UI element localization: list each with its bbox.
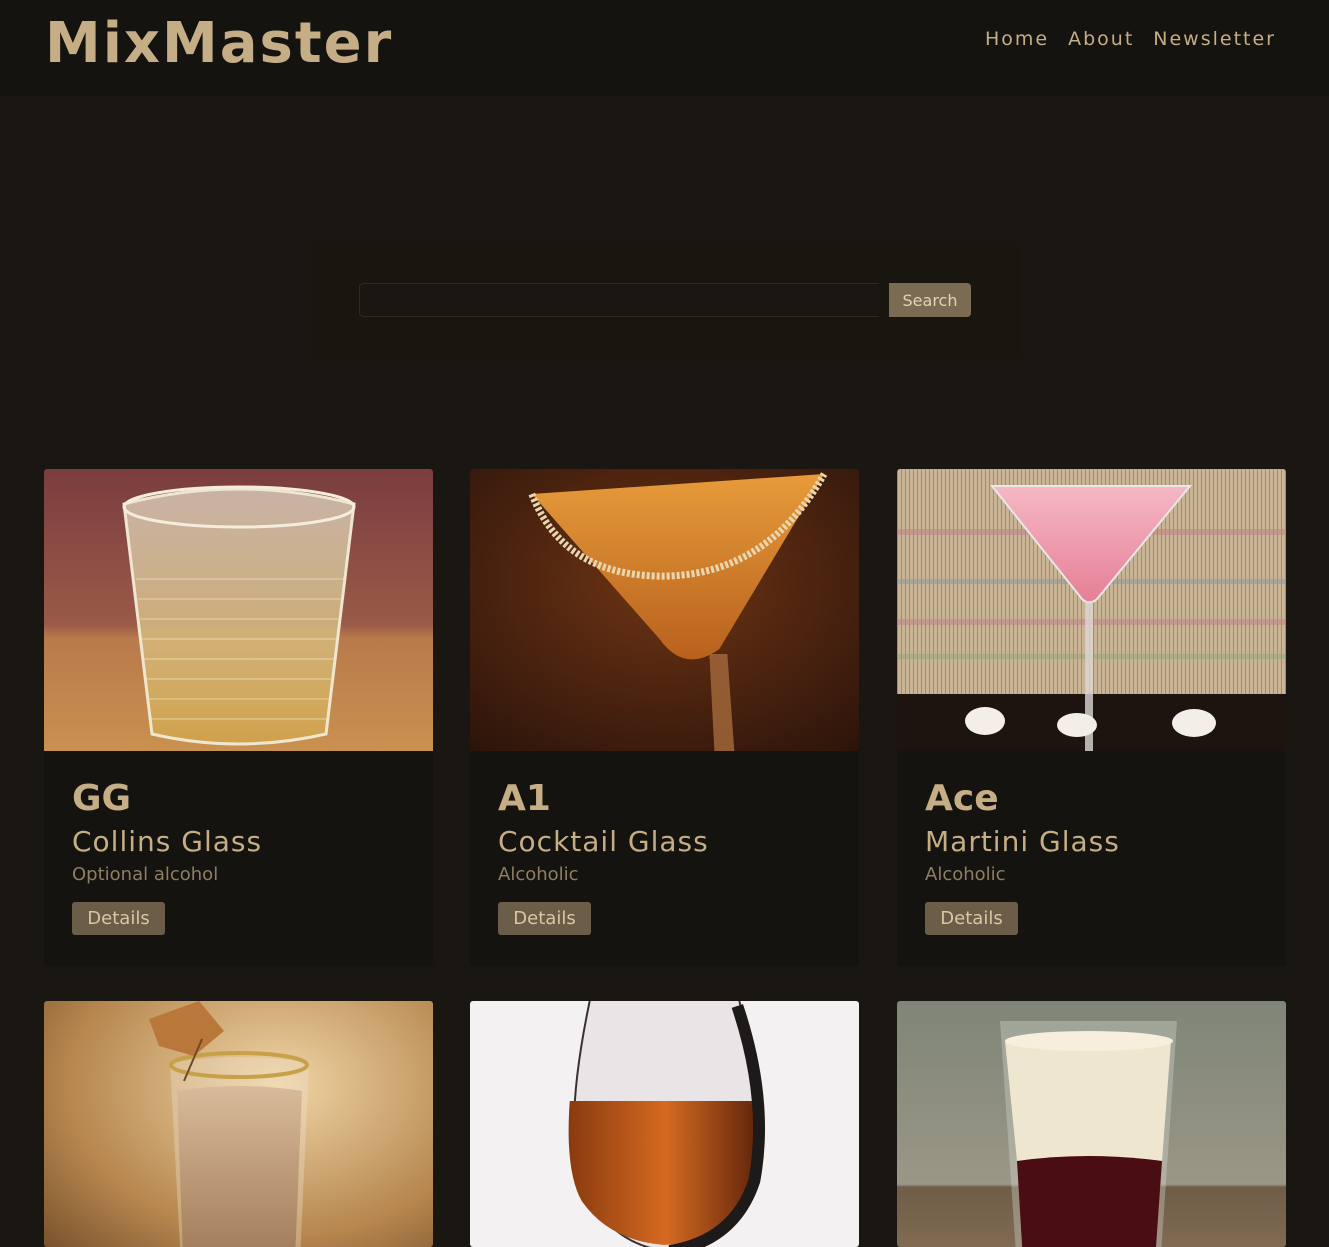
nav-links: Home About Newsletter bbox=[985, 28, 1276, 50]
brand-logo[interactable]: MixMaster bbox=[45, 8, 393, 80]
cocktail-card: A1 Cocktail Glass Alcoholic Details bbox=[470, 469, 859, 966]
cocktail-card: Ace Martini Glass Alcoholic Details bbox=[897, 469, 1286, 966]
cocktail-card bbox=[44, 1001, 433, 1247]
glass-type: Martini Glass bbox=[925, 825, 1120, 858]
cocktail-image[interactable] bbox=[470, 1001, 859, 1247]
cocktail-name: GG bbox=[72, 778, 132, 819]
search-button[interactable]: Search bbox=[889, 283, 971, 317]
nav-about-link[interactable]: About bbox=[1068, 28, 1134, 50]
glass-type: Cocktail Glass bbox=[498, 825, 709, 858]
details-button[interactable]: Details bbox=[72, 902, 165, 935]
cocktail-image[interactable] bbox=[470, 469, 859, 751]
cocktail-image[interactable] bbox=[897, 469, 1286, 751]
search-input[interactable] bbox=[359, 283, 879, 317]
navbar: MixMaster Home About Newsletter bbox=[0, 0, 1329, 96]
glass-type: Collins Glass bbox=[72, 825, 263, 858]
search-panel: Search bbox=[312, 246, 1020, 358]
cocktail-card bbox=[897, 1001, 1286, 1247]
cocktail-card: GG Collins Glass Optional alcohol Detail… bbox=[44, 469, 433, 966]
cocktail-card bbox=[470, 1001, 859, 1247]
cocktail-image[interactable] bbox=[897, 1001, 1286, 1247]
nav-home-link[interactable]: Home bbox=[985, 28, 1049, 50]
cocktail-name: Ace bbox=[925, 778, 999, 819]
cocktail-image[interactable] bbox=[44, 1001, 433, 1247]
cocktail-name: A1 bbox=[498, 778, 551, 819]
alcohol-type: Alcoholic bbox=[925, 864, 1006, 885]
alcohol-type: Alcoholic bbox=[498, 864, 579, 885]
alcohol-type: Optional alcohol bbox=[72, 864, 219, 885]
nav-newsletter-link[interactable]: Newsletter bbox=[1153, 28, 1276, 50]
cocktail-image[interactable] bbox=[44, 469, 433, 751]
details-button[interactable]: Details bbox=[925, 902, 1018, 935]
details-button[interactable]: Details bbox=[498, 902, 591, 935]
